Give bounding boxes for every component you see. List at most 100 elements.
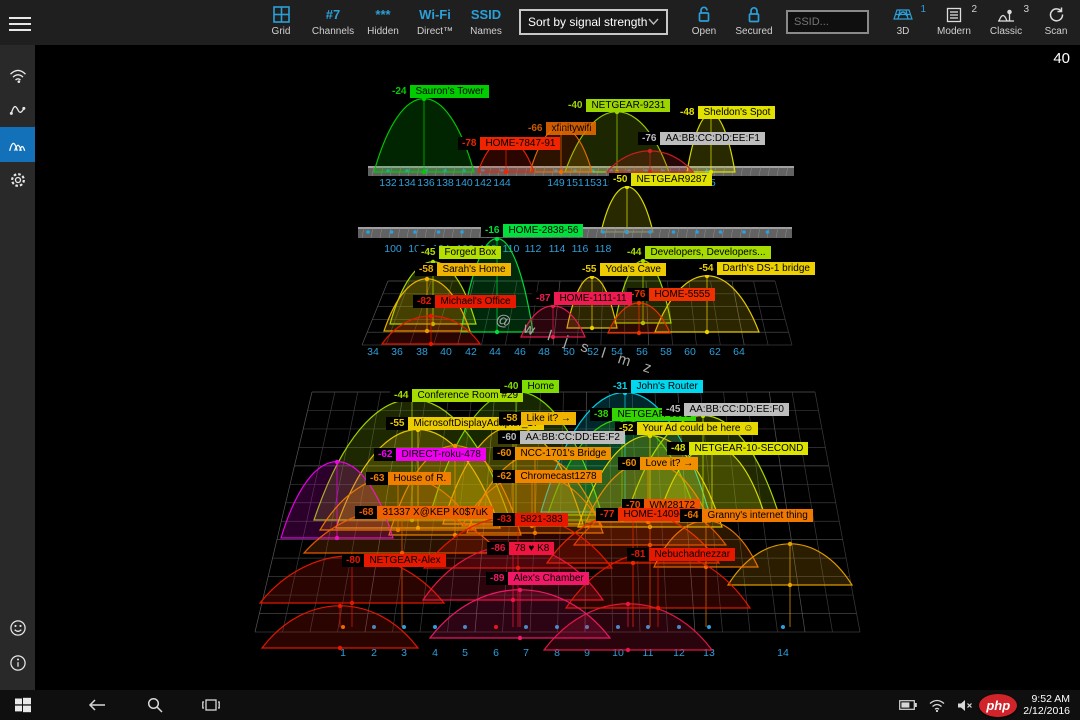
network-dbm: -50	[609, 173, 632, 186]
network-ssid: 5821-383	[515, 513, 568, 526]
battery-icon[interactable]	[893, 690, 923, 720]
network-label[interactable]: -48 Sheldon's Spot	[676, 106, 776, 119]
toggle-hidden[interactable]: *** Hidden	[357, 4, 409, 37]
channel-tick: 42	[465, 346, 477, 358]
network-ssid: NETGEAR-10-SECOND	[689, 442, 809, 455]
network-label[interactable]: -55 Yoda's Cave	[578, 263, 666, 276]
menu-icon[interactable]	[9, 13, 31, 31]
network-dbm: -31	[609, 380, 632, 393]
network-label[interactable]: -78 HOME-7847-91	[458, 137, 561, 150]
network-label[interactable]: -50 NETGEAR9287	[609, 173, 713, 186]
network-label[interactable]: -60 NCC-1701's Bridge	[493, 447, 612, 460]
channel-tick: 46	[514, 346, 526, 358]
network-dbm: -89	[486, 572, 509, 585]
network-label[interactable]: -64 Granny's internet thing	[680, 509, 813, 522]
toggle-open-networks[interactable]: Open	[678, 4, 730, 37]
sort-dropdown[interactable]: Sort by signal strength	[519, 9, 668, 35]
network-label[interactable]: -87 HOME-1111-11	[532, 292, 632, 305]
network-dbm: -45	[417, 246, 440, 259]
network-label[interactable]: -40 NETGEAR-9231	[564, 99, 671, 112]
channel-tick: 100	[384, 243, 402, 255]
channel-tick: 14	[777, 647, 789, 659]
network-label[interactable]: -48 NETGEAR-10-SECOND	[667, 442, 809, 455]
network-label[interactable]: -82 Michael's Office	[413, 295, 516, 308]
wifi-analyzer-window: 1321341361381401421441491511531551571591…	[0, 0, 1080, 720]
network-label[interactable]: -31 John's Router	[609, 380, 703, 393]
network-dbm: -66	[524, 122, 547, 135]
network-label[interactable]: -45 Forged Box	[417, 246, 502, 259]
network-label[interactable]: -60 AA:BB:CC:DD:EE:F2	[498, 431, 625, 444]
network-label[interactable]: -44 Developers, Developers...	[623, 246, 771, 259]
network-dbm: -24	[388, 85, 411, 98]
network-label[interactable]: -89 Alex's Chamber	[486, 572, 589, 585]
network-label[interactable]: -45 AA:BB:CC:DD:EE:F0	[662, 403, 789, 416]
network-label[interactable]: -58 Sarah's Home	[415, 263, 511, 276]
start-button[interactable]	[0, 690, 46, 720]
network-label[interactable]: -81 Nebuchadnezzar	[627, 548, 736, 561]
network-label[interactable]: -76 AA:BB:CC:DD:EE:F1	[638, 132, 765, 145]
network-dbm: -40	[500, 380, 523, 393]
network-dbm: -62	[374, 448, 397, 461]
network-ssid: NCC-1701's Bridge	[515, 447, 612, 460]
search-button[interactable]	[132, 690, 178, 720]
view-modern-button[interactable]: 2 Modern	[928, 4, 980, 37]
network-dbm: -48	[667, 442, 690, 455]
nav-channel-analyzer[interactable]	[0, 127, 35, 162]
channel-tick: 116	[572, 243, 589, 255]
network-label[interactable]: -83 5821-383	[493, 513, 568, 526]
chevron-down-icon	[648, 17, 659, 28]
nav-settings[interactable]	[0, 162, 35, 197]
network-label[interactable]: -80 NETGEAR-Alex	[342, 554, 446, 567]
network-label[interactable]: -58 Like it? →	[499, 412, 576, 425]
network-dbm: -64	[680, 509, 703, 522]
network-label[interactable]: -62 Chromecast1278	[493, 470, 602, 483]
network-dbm: -82	[413, 295, 436, 308]
network-label[interactable]: -76 HOME-5555	[627, 288, 716, 301]
nav-feedback[interactable]	[0, 610, 35, 645]
network-label[interactable]: -60 Love it? →	[618, 457, 699, 470]
toggle-channels[interactable]: #7 Channels	[307, 4, 359, 37]
network-ssid: Yoda's Cave	[600, 263, 666, 276]
channel-tick: 4	[432, 647, 438, 659]
nav-signal-history[interactable]	[0, 92, 35, 127]
network-label[interactable]: -40 Home	[500, 380, 560, 393]
network-label[interactable]: -52 Your Ad could be here ☺	[615, 422, 759, 435]
volume-muted-icon[interactable]	[951, 690, 979, 720]
channel-tick: 60	[684, 346, 696, 358]
smiley-icon	[9, 619, 26, 636]
ssid-filter-input[interactable]	[786, 10, 869, 34]
network-dbm: -54	[695, 262, 718, 275]
channel-tick: 44	[489, 346, 501, 358]
network-label[interactable]: -66 xfinitywifi	[524, 122, 597, 135]
network-dbm: -80	[342, 554, 365, 567]
view-classic-button[interactable]: 3 Classic	[980, 4, 1032, 37]
view-3d-button[interactable]: 1 3D	[877, 4, 929, 37]
network-label[interactable]: -62 DIRECT-roku-478	[374, 448, 486, 461]
network-dbm: -60	[493, 447, 516, 460]
task-view-icon	[202, 699, 220, 711]
network-label[interactable]: -86 78 ♥ K8	[487, 542, 555, 555]
network-label[interactable]: -68 31337 X@KEP K0$7uK	[355, 506, 494, 519]
wifi-tray-icon[interactable]	[923, 690, 951, 720]
nav-networks[interactable]	[0, 57, 35, 92]
network-label[interactable]: -63 House of R.	[366, 472, 452, 485]
taskbar-clock[interactable]: 9:52 AM 2/12/2016	[1023, 693, 1070, 717]
toggle-ssid-names[interactable]: SSID Names	[460, 4, 512, 37]
chart-3d-canvas[interactable]: 1321341361381401421441491511531551571591…	[0, 0, 1080, 720]
network-ssid: Developers, Developers...	[645, 246, 771, 259]
network-ssid: 78 ♥ K8	[509, 542, 555, 555]
scan-button[interactable]: Scan	[1030, 4, 1080, 37]
toggle-secured-networks[interactable]: Secured	[728, 4, 780, 37]
nav-about[interactable]	[0, 645, 35, 680]
network-label[interactable]: -54 Darth's DS-1 bridge	[695, 262, 815, 275]
channels-count-icon: #7	[325, 7, 341, 22]
network-label[interactable]: -24 Sauron's Tower	[388, 85, 489, 98]
back-button[interactable]	[74, 690, 120, 720]
network-label[interactable]: -16 HOME-2838-56	[481, 224, 584, 237]
toggle-wifi-direct[interactable]: Wi-Fi Direct™	[409, 4, 461, 37]
network-ssid: Love it? →	[640, 457, 699, 470]
network-ssid: HOME-5555	[649, 288, 716, 301]
task-view-button[interactable]	[188, 690, 234, 720]
toggle-grid[interactable]: Grid	[255, 4, 307, 37]
network-ssid: 31337 X@KEP K0$7uK	[377, 506, 494, 519]
